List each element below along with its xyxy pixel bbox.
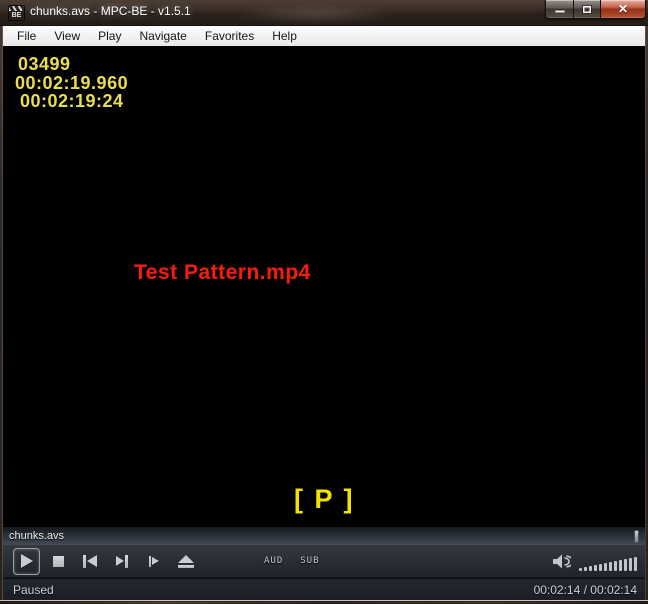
control-bar: AUD SUB [3, 545, 645, 578]
menu-file[interactable]: File [8, 27, 45, 45]
frame-step-icon [149, 555, 159, 567]
title-bar[interactable]: BE chunks.avs - MPC-BE - v1.5.1 ✕ [0, 0, 648, 26]
skip-back-icon [83, 554, 97, 568]
minimize-button[interactable] [545, 0, 574, 19]
stop-button[interactable] [42, 548, 74, 575]
video-surface[interactable]: 03499 00:02:19.960 00:02:19:24 Test Patt… [3, 46, 645, 526]
close-icon: ✕ [617, 2, 629, 16]
osd-timecode: 00:02:19:24 [20, 91, 124, 111]
eject-button[interactable] [170, 548, 202, 575]
menu-bar: File View Play Navigate Favorites Help [3, 26, 645, 46]
audio-track-button[interactable]: AUD [264, 556, 283, 566]
status-bar: Paused 00:02:14 / 00:02:14 [3, 578, 645, 600]
menu-view[interactable]: View [45, 27, 89, 45]
volume-bars[interactable] [579, 556, 637, 571]
app-icon-label: BE [11, 12, 22, 19]
speaker-icon[interactable] [553, 554, 571, 569]
seekbar-filename: chunks.avs [9, 530, 65, 542]
subtitle-track-button[interactable]: SUB [300, 556, 319, 566]
window-frame-left [0, 26, 3, 600]
app-icon[interactable]: BE [8, 5, 25, 21]
osd-time: 00:02:19.960 [15, 73, 129, 93]
menu-favorites[interactable]: Favorites [196, 27, 263, 45]
maximize-icon [582, 4, 592, 14]
play-button[interactable] [13, 547, 40, 575]
skip-forward-icon [116, 554, 128, 568]
playback-state: Paused [13, 582, 54, 597]
caption-buttons: ✕ [545, 0, 646, 19]
skip-back-button[interactable] [74, 548, 106, 575]
window-title: chunks.avs - MPC-BE - v1.5.1 [30, 4, 191, 18]
maximize-button[interactable] [574, 0, 601, 19]
seek-bar[interactable]: chunks.avs [3, 526, 645, 545]
osd-pause-indicator: [ P ] [294, 484, 355, 514]
window-frame-bottom [0, 600, 648, 604]
menu-play[interactable]: Play [89, 27, 130, 45]
stop-icon [52, 555, 64, 567]
seek-thumb[interactable] [634, 530, 639, 543]
eject-icon [178, 554, 194, 568]
close-button[interactable]: ✕ [601, 0, 646, 19]
osd-frame-counter: 03499 [18, 54, 71, 74]
play-icon [20, 554, 33, 568]
osd-media-title: Test Pattern.mp4 [134, 261, 311, 284]
glass-blur-decoration [230, 4, 400, 24]
menu-navigate[interactable]: Navigate [130, 27, 195, 45]
minimize-icon [554, 9, 565, 13]
mpc-be-window: BE chunks.avs - MPC-BE - v1.5.1 ✕ File V… [0, 0, 648, 604]
menu-help[interactable]: Help [263, 27, 306, 45]
frame-step-button[interactable] [138, 548, 170, 575]
skip-forward-button[interactable] [106, 548, 138, 575]
volume-zone [553, 554, 637, 571]
time-display: 00:02:14 / 00:02:14 [533, 582, 637, 597]
